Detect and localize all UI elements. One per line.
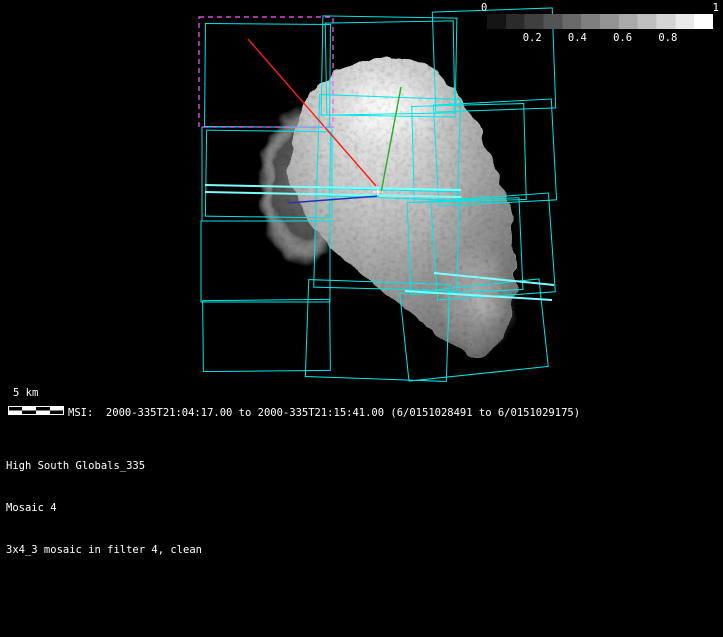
- info-line-mosaic: Mosaic 4: [6, 501, 202, 515]
- colorbar-min-label: 0: [481, 2, 487, 14]
- info-line-description: 3x4_3 mosaic in filter 4, clean: [6, 543, 202, 557]
- colorbar-tick-label: 0.6: [613, 32, 632, 44]
- status-line: MSI: 2000-335T21:04:17.00 to 2000-335T21…: [68, 407, 580, 419]
- asteroid-lobe-highlight: [438, 242, 518, 358]
- asteroid-highlight: [330, 68, 450, 148]
- scale-bar-label: 5 km: [13, 387, 64, 399]
- colorbar-tick-label: 0.4: [568, 32, 587, 44]
- colorbar-ticks: 0.2 0.4 0.6 0.8: [487, 32, 713, 44]
- scale-bar: 5 km: [8, 387, 64, 419]
- msi-mosaic-viewer: 0 1 0.2 0.4 0.6 0.8 5 km MSI: 2000-335T2…: [0, 0, 723, 637]
- info-block: High South Globals_335 Mosaic 4 3x4_3 mo…: [6, 431, 202, 585]
- colorbar-tick-label: 0.8: [658, 32, 677, 44]
- info-line-sequence: High South Globals_335: [6, 459, 202, 473]
- colorbar-gradient: [487, 14, 713, 29]
- colorbar: 0 1 0.2 0.4 0.6 0.8: [481, 2, 717, 44]
- image-footprint[interactable]: [203, 299, 331, 371]
- colorbar-max-label: 1: [713, 2, 719, 14]
- colorbar-tick-label: 0.2: [523, 32, 542, 44]
- colorbar-range-labels: 0 1: [481, 2, 717, 14]
- scale-bar-checker: [8, 406, 64, 415]
